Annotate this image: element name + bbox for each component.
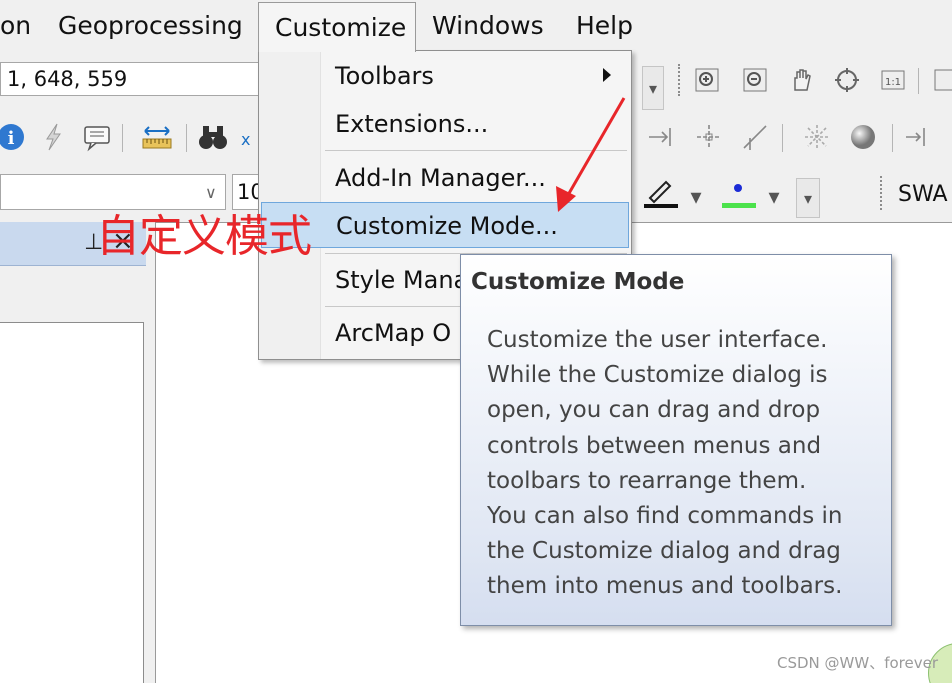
menu-item-label: Extensions...	[335, 110, 489, 138]
line-color-icon[interactable]	[638, 176, 682, 210]
select-features-icon[interactable]	[926, 63, 952, 97]
move-to-icon[interactable]	[900, 120, 934, 154]
chevron-down-icon[interactable]: ▾	[686, 180, 706, 214]
menu-item-label: ArcMap O	[335, 319, 452, 347]
menu-windows[interactable]: Windows	[432, 0, 544, 52]
toolbar-separator	[892, 124, 893, 152]
annotation-label: 自定义模式	[96, 211, 312, 262]
toolbar-grip[interactable]	[880, 176, 884, 210]
toolbar-separator	[782, 124, 783, 152]
menu-geoprocessing[interactable]: Geoprocessing	[58, 0, 243, 52]
menu-bar: on Geoprocessing Customize Windows Help	[0, 0, 952, 52]
fixed-scale-icon[interactable]: 1:1	[876, 63, 910, 97]
svg-text:1:1: 1:1	[885, 77, 901, 88]
toolbar-separator	[122, 124, 123, 152]
tooltip-line: toolbars to rearrange them.	[487, 467, 807, 494]
toolbar-separator	[918, 68, 919, 94]
table-of-contents-panel[interactable]	[0, 322, 144, 683]
menu-item-label: Customize Mode...	[336, 212, 558, 240]
swa-toolbar-label[interactable]: SWA	[898, 182, 948, 207]
watermark: CSDN @WW、forever	[777, 654, 938, 672]
menu-customize[interactable]: Customize	[258, 2, 416, 52]
marker-color-icon[interactable]	[716, 176, 760, 210]
toolbar-separator	[186, 124, 187, 152]
tooltip-line: open, you can drag and drop	[487, 397, 821, 424]
menu-item-label: Style Mana	[335, 266, 469, 294]
menu-item-label: Toolbars	[335, 62, 434, 90]
html-popup-icon[interactable]	[80, 120, 114, 154]
sphere-icon[interactable]	[846, 120, 880, 154]
fixed-zoom-out-icon[interactable]	[738, 63, 772, 97]
tooltip-line: them into menus and toolbars.	[487, 573, 843, 600]
annotation-arrow-icon	[556, 97, 626, 212]
chevron-down-icon[interactable]: ▾	[764, 180, 784, 214]
menu-item-label: Add-In Manager...	[335, 164, 546, 192]
toolbar-overflow-icon[interactable]: ▾	[796, 178, 820, 218]
svg-text:i: i	[8, 128, 15, 149]
customize-mode-tooltip: Customize Mode Customize the user interf…	[460, 254, 892, 626]
hyperlink-bolt-icon[interactable]	[36, 120, 70, 154]
tooltip-line: the Customize dialog and drag	[487, 538, 841, 565]
scale-combo[interactable]: 1, 648, 559	[0, 62, 262, 96]
menu-selection-partial[interactable]: on	[0, 0, 31, 52]
find-binoculars-icon[interactable]	[196, 120, 230, 154]
svg-text:x: x	[241, 130, 250, 149]
measure-icon[interactable]	[140, 120, 174, 154]
pan-hand-icon[interactable]	[784, 63, 818, 97]
tooltip-title: Customize Mode	[471, 269, 685, 295]
tooltip-line: controls between menus and	[487, 432, 822, 459]
full-extent-icon[interactable]	[830, 63, 864, 97]
go-to-xy-icon[interactable]: x	[236, 122, 256, 156]
cross-snap-icon[interactable]	[692, 120, 726, 154]
tooltip-line: While the Customize dialog is	[487, 362, 828, 389]
identify-info-icon[interactable]: i	[0, 120, 28, 154]
sparkle-tool-icon[interactable]	[800, 120, 834, 154]
panel-splitter[interactable]	[146, 222, 156, 683]
toolbar-grip[interactable]	[678, 64, 682, 96]
scale-value: 1, 648, 559	[7, 67, 128, 91]
submenu-arrow-icon	[603, 68, 611, 82]
tooltip-line: You can also find commands in	[487, 503, 843, 530]
tooltip-line: Customize the user interface.	[487, 327, 828, 353]
tooltip-body: Customize the user interface. While the …	[487, 323, 882, 605]
menu-help[interactable]: Help	[576, 0, 633, 52]
snap-line-icon[interactable]	[644, 120, 678, 154]
trace-line-icon[interactable]	[738, 120, 772, 154]
toolbar-overflow-icon[interactable]: ▾	[642, 66, 664, 110]
fixed-zoom-in-icon[interactable]	[690, 63, 724, 97]
